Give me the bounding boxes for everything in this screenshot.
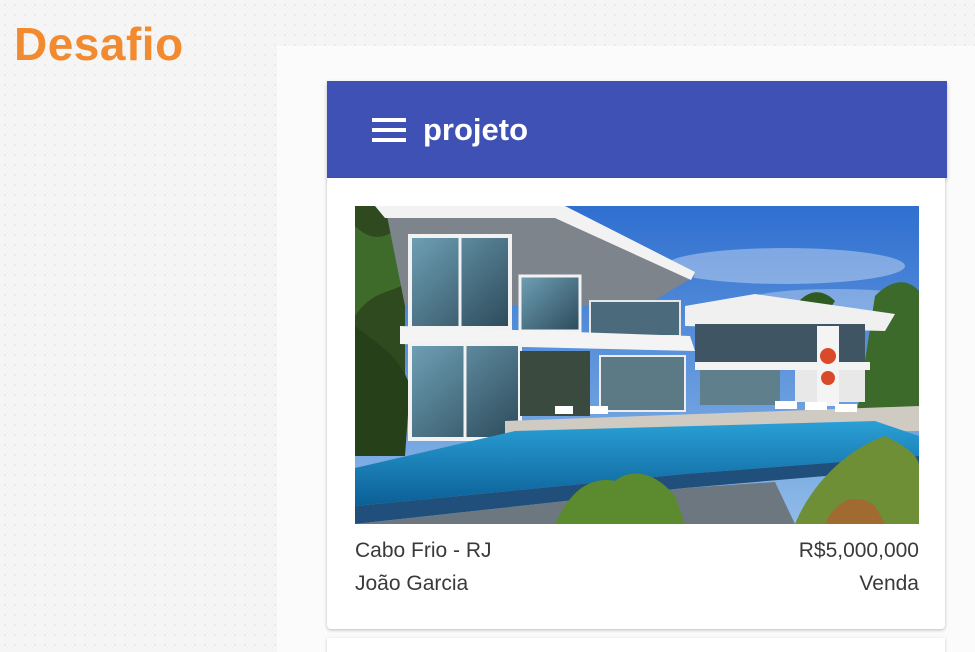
property-type: Venda xyxy=(859,572,919,595)
property-photo[interactable] xyxy=(355,206,919,524)
details-row-1: Cabo Frio - RJ R$5,000,000 xyxy=(355,534,919,567)
details-row-2: João Garcia Venda xyxy=(355,567,919,600)
property-price: R$5,000,000 xyxy=(798,539,919,562)
property-details: Cabo Frio - RJ R$5,000,000 João Garcia V… xyxy=(355,534,919,600)
property-card[interactable]: Cabo Frio - RJ R$5,000,000 João Garcia V… xyxy=(327,178,945,629)
menu-button[interactable] xyxy=(369,110,409,150)
next-property-card[interactable] xyxy=(327,638,945,652)
app-screen: projeto Cabo Frio - RJ R$5,000,000 João … xyxy=(327,81,947,652)
app-title: projeto xyxy=(423,111,529,147)
app-toolbar: projeto xyxy=(327,81,947,178)
property-owner: João Garcia xyxy=(355,572,469,595)
hamburger-menu-icon xyxy=(372,117,406,142)
slide-title: Desafio xyxy=(14,18,184,70)
modern-house-with-pool-photo xyxy=(355,206,919,524)
property-location: Cabo Frio - RJ xyxy=(355,539,492,562)
slide-page: Desafio projeto Cabo Frio - RJ R$5,000,0… xyxy=(0,0,975,652)
